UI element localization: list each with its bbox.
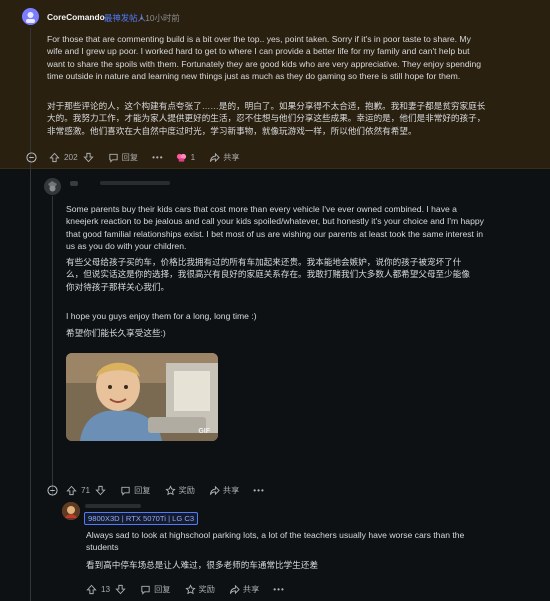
comment-text-translation: 希望你们能长久享受这些:): [66, 328, 166, 338]
share-icon: [209, 485, 220, 495]
reply-label: 回复: [134, 486, 151, 495]
gif-badge: GIF: [198, 428, 210, 435]
dots-icon[interactable]: •••: [152, 153, 164, 162]
thread-line[interactable]: [52, 196, 53, 496]
share-label: 共享: [222, 486, 240, 495]
comment-text: For those that are commenting build is a…: [47, 34, 482, 82]
award-icon: [176, 153, 186, 162]
upvote-icon[interactable]: [86, 584, 97, 595]
award-icon: [164, 484, 176, 495]
comment-actions: 13 回复 奖励 共享 •••: [86, 582, 285, 596]
share-button[interactable]: 共享: [209, 151, 240, 163]
redacted-username: [85, 504, 141, 508]
upvote-icon[interactable]: [49, 152, 60, 163]
reply-button[interactable]: 回复: [120, 484, 151, 496]
gif-image[interactable]: GIF: [66, 353, 218, 441]
username[interactable]: CoreComando: [47, 12, 105, 22]
downvote-icon[interactable]: [83, 152, 94, 163]
award-count: 1: [190, 152, 196, 162]
award-button[interactable]: 奖励: [164, 484, 195, 496]
reply-label: 回复: [154, 585, 171, 594]
share-label: 共享: [242, 585, 260, 594]
comment-text-translation: 看到高中停车场总是让人难过，很多老师的车通常比学生还差: [86, 560, 319, 570]
share-label: 共享: [223, 153, 240, 162]
vote-count: 202: [64, 152, 78, 162]
award-button[interactable]: 1: [176, 152, 196, 163]
reply-button[interactable]: 回复: [108, 151, 138, 163]
award-icon: [184, 583, 196, 594]
collapse-icon[interactable]: [26, 151, 37, 163]
dots-icon[interactable]: •••: [253, 486, 265, 495]
user-flair: 9800X3D | RTX 5070Ti | LG C3: [84, 512, 199, 525]
comment-icon: [121, 486, 130, 496]
timestamp: • 10小时前: [140, 13, 180, 23]
upvote-icon[interactable]: [66, 485, 77, 496]
reply-label: 回复: [121, 153, 139, 162]
comment-icon: [109, 153, 118, 163]
avatar[interactable]: [44, 178, 61, 195]
comment-text-translation: 对于那些评论的人，这个构建有点夸张了……是的，明白了。如果分享得不太合适，抱歉。…: [47, 101, 486, 136]
comment-text: Always sad to look at highschool parking…: [86, 530, 465, 553]
thread-line[interactable]: [30, 28, 31, 601]
reply-button[interactable]: 回复: [140, 583, 171, 595]
comment-text: I hope you guys enjoy them for a long, l…: [66, 311, 257, 321]
downvote-icon[interactable]: [115, 584, 126, 595]
comment-actions: 71 回复 奖励 共享 •••: [47, 483, 265, 497]
vote-count: 13: [101, 584, 111, 594]
highlighted-comment: [0, 0, 550, 169]
award-button[interactable]: 奖励: [184, 583, 215, 595]
comment-actions: 202 回复 ••• 1 共享: [26, 150, 240, 164]
avatar[interactable]: [22, 8, 39, 25]
redacted-username: [100, 181, 170, 185]
redacted-username: [70, 181, 78, 186]
avatar[interactable]: [62, 502, 80, 520]
dots-icon[interactable]: •••: [273, 585, 285, 594]
vote-count: 71: [81, 485, 91, 495]
share-icon: [210, 152, 220, 162]
collapse-icon[interactable]: [47, 484, 58, 496]
award-label: 奖励: [198, 585, 215, 594]
comment-text: Some parents buy their kids cars that co…: [66, 204, 484, 252]
share-icon: [229, 584, 240, 594]
comment-text-translation: 有些父母给孩子买的车，价格比我拥有过的所有车加起来还贵。我本能地会嫉妒，说你的孩…: [66, 257, 470, 292]
comment-icon: [141, 585, 150, 595]
award-label: 奖励: [178, 486, 195, 495]
share-button[interactable]: 共享: [229, 583, 259, 595]
share-button[interactable]: 共享: [209, 484, 239, 496]
downvote-icon[interactable]: [95, 485, 106, 496]
